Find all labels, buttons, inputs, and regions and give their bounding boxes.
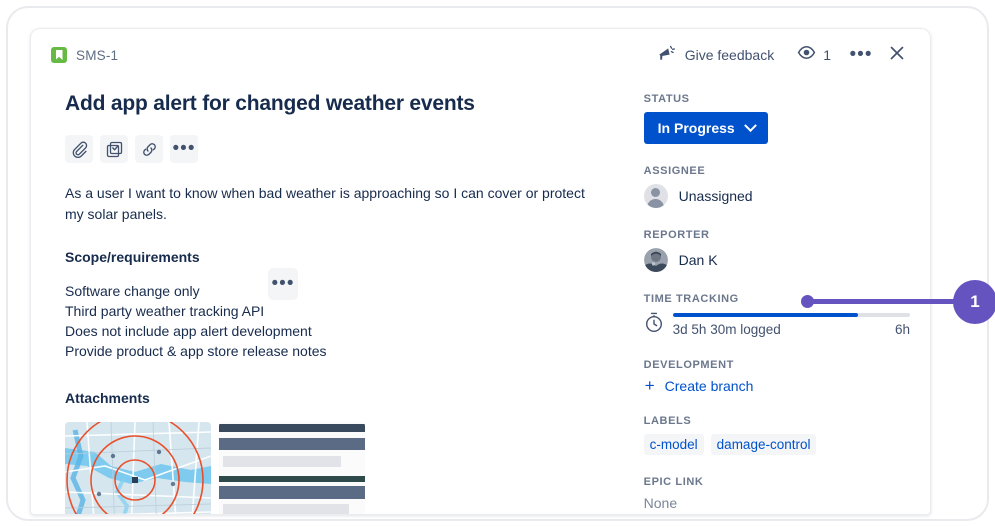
time-logged: 3d 5h 30m logged	[672, 322, 781, 337]
issue-title[interactable]: Add app alert for changed weather events	[65, 91, 603, 117]
label-chip[interactable]: c-model	[643, 434, 704, 455]
time-tracking-progress: 3d 5h 30m logged 6h	[672, 312, 910, 337]
issue-side-column: STATUS In Progress ASSIGNEE Unassigned R…	[627, 81, 930, 514]
more-horizontal-icon: •••	[271, 273, 295, 294]
assignee-value-row[interactable]: Unassigned	[643, 184, 910, 208]
frame-corner-accent	[962, 499, 989, 521]
assignee-name: Unassigned	[678, 188, 753, 204]
annotation-number-badge: 1	[953, 280, 995, 324]
status-label: STATUS	[643, 93, 690, 105]
reporter-label: REPORTER	[643, 229, 710, 241]
chevron-down-icon	[743, 118, 757, 132]
progress-track	[672, 313, 910, 317]
time-tracking-row[interactable]: 3d 5h 30m logged 6h	[644, 312, 910, 338]
issue-key[interactable]: SMS-1	[76, 48, 118, 63]
default-avatar-icon	[643, 184, 668, 208]
time-tracking-label: TIME TRACKING	[643, 293, 739, 305]
issue-topbar: SMS-1 Give feedback 1 •••	[31, 29, 930, 81]
close-button[interactable]	[882, 40, 912, 70]
labels-label: LABELS	[643, 415, 692, 427]
topbar-actions: Give feedback 1 •••	[649, 40, 912, 71]
more-horizontal-icon: •••	[172, 138, 196, 159]
list-item: Software change only	[65, 283, 200, 299]
epic-link-value[interactable]: None	[644, 495, 910, 511]
status-value: In Progress	[657, 120, 735, 136]
development-label: DEVELOPMENT	[643, 359, 734, 371]
plus-icon: +	[644, 376, 655, 395]
attachments-heading: Attachments	[65, 390, 150, 406]
topbar-more-button[interactable]: •••	[846, 40, 876, 70]
avatar	[643, 248, 668, 272]
give-feedback-label: Give feedback	[684, 47, 775, 63]
description-more-button[interactable]: •••	[268, 268, 298, 300]
assignee-label: ASSIGNEE	[643, 165, 706, 177]
link-issue-button[interactable]	[135, 135, 163, 163]
time-tracking-values: 3d 5h 30m logged 6h	[673, 322, 910, 337]
epic-link-label: EPIC LINK	[643, 476, 704, 488]
label-chip[interactable]: damage-control	[710, 434, 817, 455]
give-feedback-button[interactable]: Give feedback	[649, 40, 783, 71]
assignee-field: ASSIGNEE Unassigned	[643, 165, 910, 208]
issue-body: Add app alert for changed weather events	[31, 81, 930, 514]
list-item: Does not include app alert development	[65, 323, 312, 339]
breadcrumb[interactable]: SMS-1	[51, 47, 118, 63]
page-frame: SMS-1 Give feedback 1 ••• Add app alert …	[6, 6, 995, 521]
create-branch-button[interactable]: + Create branch	[644, 376, 910, 395]
watch-button[interactable]: 1	[788, 40, 840, 70]
issue-detail-card: SMS-1 Give feedback 1 ••• Add app alert …	[30, 28, 931, 515]
reporter-name: Dan K	[678, 252, 718, 268]
list-item: Provide product & app store release note…	[65, 343, 327, 359]
paperclip-icon	[71, 141, 88, 158]
issue-description[interactable]: As a user I want to know when bad weathe…	[65, 183, 590, 225]
child-issue-icon	[106, 141, 123, 158]
labels-field: LABELS c-model damage-control	[643, 415, 910, 455]
reporter-value-row[interactable]: Dan K	[643, 248, 910, 272]
more-actions-button[interactable]: •••	[170, 135, 198, 163]
attachment-map-thumbnail[interactable]	[65, 422, 211, 514]
reporter-field: REPORTER Dan K	[643, 229, 910, 272]
megaphone-icon	[657, 45, 676, 66]
attachments-row	[65, 422, 603, 514]
scope-heading: Scope/requirements	[65, 249, 200, 265]
progress-fill	[672, 313, 858, 317]
time-tracking-field: TIME TRACKING 3d 5h 30m logged 6h	[644, 293, 910, 338]
time-estimate: 6h	[894, 322, 910, 337]
link-icon	[141, 141, 158, 158]
scope-list: Software change only Third party weather…	[65, 281, 603, 361]
labels-row: c-model damage-control	[643, 434, 910, 455]
list-item: Third party weather tracking API	[65, 303, 265, 319]
close-icon	[889, 45, 905, 66]
story-icon	[51, 47, 67, 63]
attachment-document-thumbnail[interactable]	[219, 422, 365, 514]
issue-main-column: Add app alert for changed weather events	[31, 81, 627, 514]
issue-action-toolbar: •••	[65, 135, 603, 163]
more-horizontal-icon: •••	[849, 44, 873, 65]
epic-link-field: EPIC LINK None	[644, 476, 910, 511]
watch-count: 1	[823, 47, 831, 63]
create-branch-label: Create branch	[664, 378, 754, 394]
add-child-issue-button[interactable]	[100, 135, 128, 163]
status-badge[interactable]: In Progress	[643, 112, 768, 144]
status-field: STATUS In Progress	[643, 93, 910, 144]
eye-icon	[797, 45, 816, 65]
development-field: DEVELOPMENT + Create branch	[644, 359, 910, 394]
attach-button[interactable]	[65, 135, 93, 163]
stopwatch-icon	[644, 312, 664, 338]
